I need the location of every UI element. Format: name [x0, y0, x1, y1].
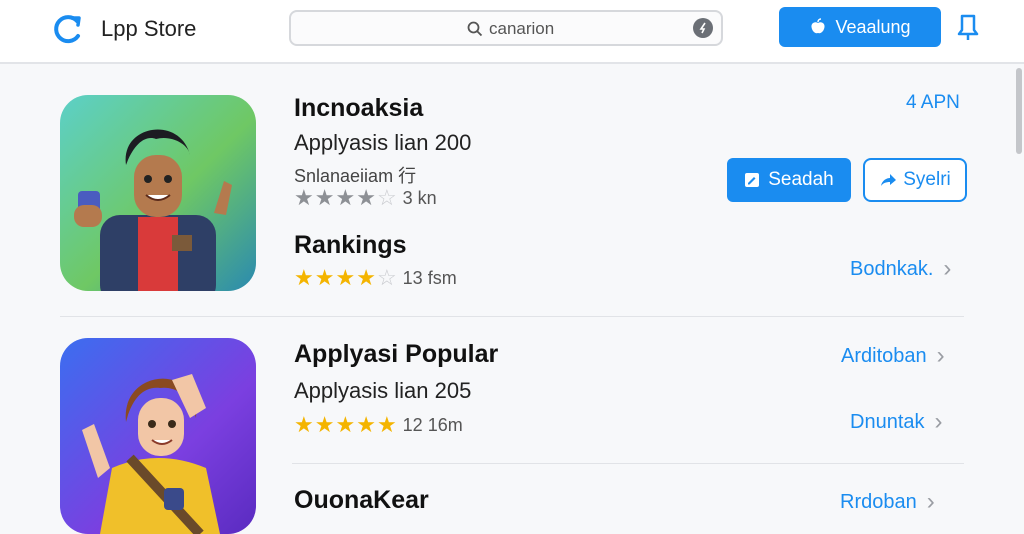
app-link-3[interactable]: Dnuntak ›	[850, 408, 943, 436]
rating-count: 3 kn	[402, 187, 437, 208]
app-subtitle-2: Applyasis lian 205	[294, 378, 472, 403]
star-icon: ★	[376, 412, 397, 437]
star-half-icon: ★	[356, 185, 376, 210]
star-icon: ★	[335, 265, 356, 290]
rating-count: 13 fsm	[402, 267, 457, 288]
rankings-link-label: Bodnkak.	[850, 257, 934, 280]
app-link-4-label: Rrdoban	[840, 490, 917, 513]
divider	[60, 316, 964, 317]
notification-icon[interactable]	[957, 12, 979, 42]
app-rating-1: ★ ★ ★ ★ ☆ 3 kn	[294, 187, 437, 209]
app-title-2[interactable]: Applyasi Popular	[294, 340, 498, 369]
chevron-right-icon: ›	[936, 342, 945, 369]
header-primary-button[interactable]: Veaalung	[779, 7, 941, 47]
app-thumbnail-2[interactable]	[60, 338, 256, 534]
star-icon: ★	[314, 412, 335, 437]
app-primary-button-label: Seadah	[768, 169, 834, 190]
star-rating: ★ ★ ★ ★ ☆	[294, 267, 397, 289]
app-secondary-button-label: Syelri	[903, 169, 951, 190]
star-rating: ★ ★ ★ ★ ☆	[294, 187, 397, 209]
rankings-link[interactable]: Bodnkak. ›	[850, 255, 951, 283]
app-rating-2: ★ ★ ★ ★ ★ 12 16m	[294, 414, 463, 436]
top-bar: Lpp Store canarion Veaalung	[0, 0, 1024, 64]
apple-icon	[811, 18, 825, 34]
character-illustration	[74, 129, 232, 291]
star-empty-icon: ☆	[376, 185, 397, 210]
star-icon: ★	[335, 185, 356, 210]
chevron-right-icon: ›	[943, 255, 952, 282]
chevron-right-icon: ›	[934, 408, 943, 435]
character-illustration	[82, 374, 220, 534]
star-icon: ★	[314, 185, 335, 210]
app-meta-1: 4 APN	[906, 92, 960, 113]
rankings-title[interactable]: Rankings	[294, 231, 407, 260]
search-icon	[467, 21, 483, 37]
star-icon: ★	[356, 412, 376, 437]
star-icon: ★	[314, 265, 335, 290]
star-empty-icon: ☆	[376, 265, 397, 290]
star-icon: ★	[335, 412, 356, 437]
search-text: canarion	[489, 19, 555, 38]
app-link-2-label: Arditoban	[841, 344, 927, 367]
app-primary-button[interactable]: Seadah	[727, 158, 851, 202]
app-secondary-button[interactable]: Syelri	[863, 158, 967, 202]
app-thumbnail-1[interactable]	[60, 95, 256, 291]
search-input[interactable]: canarion	[289, 10, 723, 46]
app-subtitle-1: Applyasis lian 200	[294, 130, 472, 155]
scrollbar[interactable]	[1016, 68, 1022, 154]
voice-search-icon[interactable]	[693, 18, 713, 38]
refresh-logo-icon[interactable]	[50, 12, 84, 46]
rating-count: 12 16m	[402, 414, 463, 435]
header-primary-button-label: Veaalung	[835, 16, 911, 37]
share-icon	[881, 174, 897, 186]
app-link-3-label: Dnuntak	[850, 410, 925, 433]
app-title: Lpp Store	[101, 16, 197, 41]
star-icon: ★	[294, 185, 314, 210]
app-title-1[interactable]: Incnoaksia	[294, 94, 423, 123]
rankings-rating: ★ ★ ★ ★ ☆ 13 fsm	[294, 267, 457, 289]
star-icon: ★	[294, 412, 314, 437]
star-icon: ★	[294, 265, 314, 290]
app-title-3[interactable]: OuonaKear	[294, 486, 429, 515]
star-icon: ★	[356, 265, 376, 290]
app-link-2[interactable]: Arditoban ›	[841, 342, 945, 370]
edit-icon	[745, 173, 760, 187]
star-rating: ★ ★ ★ ★ ★	[294, 414, 397, 436]
divider	[292, 463, 964, 464]
